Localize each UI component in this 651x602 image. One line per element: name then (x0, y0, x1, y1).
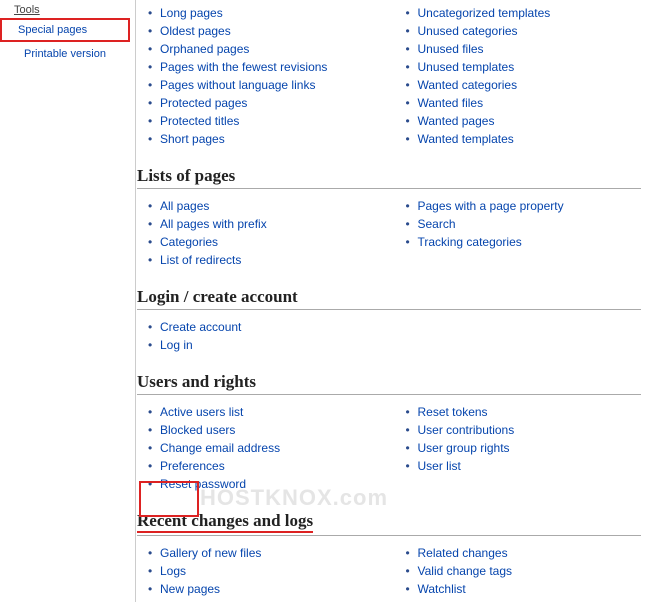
link-page-property[interactable]: Pages with a page property (418, 199, 564, 213)
heading-recent-changes: Recent changes and logs (137, 511, 641, 535)
link-protected-titles[interactable]: Protected titles (160, 114, 239, 128)
link-list-redirects[interactable]: List of redirects (160, 253, 241, 267)
link-user-group-rights[interactable]: User group rights (418, 441, 510, 455)
link-wanted-files[interactable]: Wanted files (418, 96, 484, 110)
maintenance-section: Long pages Oldest pages Orphaned pages P… (136, 0, 651, 152)
sidebar-tools-heading[interactable]: Tools (0, 2, 130, 18)
link-user-contributions[interactable]: User contributions (418, 423, 515, 437)
link-tracking-categories[interactable]: Tracking categories (418, 235, 522, 249)
sidebar: Tools Special pages Printable version (0, 0, 130, 66)
link-gallery-new-files[interactable]: Gallery of new files (160, 546, 261, 560)
users-rights-section: Active users list Blocked users Change e… (136, 399, 651, 497)
link-new-pages[interactable]: New pages (160, 582, 220, 596)
link-wanted-categories[interactable]: Wanted categories (418, 78, 518, 92)
heading-users-rights: Users and rights (137, 372, 641, 395)
link-blocked-users[interactable]: Blocked users (160, 423, 235, 437)
link-create-account[interactable]: Create account (160, 320, 241, 334)
lists-of-pages-section: All pages All pages with prefix Categori… (136, 193, 651, 273)
main-content: Long pages Oldest pages Orphaned pages P… (135, 0, 651, 602)
link-preferences[interactable]: Preferences (160, 459, 225, 473)
heading-login-create: Login / create account (137, 287, 641, 310)
link-protected-pages[interactable]: Protected pages (160, 96, 247, 110)
link-valid-change-tags[interactable]: Valid change tags (418, 564, 513, 578)
link-change-email[interactable]: Change email address (160, 441, 280, 455)
sidebar-printable-version[interactable]: Printable version (0, 42, 130, 66)
sidebar-special-pages[interactable]: Special pages (0, 18, 130, 42)
link-active-users[interactable]: Active users list (160, 405, 243, 419)
link-search[interactable]: Search (418, 217, 456, 231)
link-watchlist[interactable]: Watchlist (418, 582, 466, 596)
link-unused-templates[interactable]: Unused templates (418, 60, 515, 74)
link-categories[interactable]: Categories (160, 235, 218, 249)
link-wanted-templates[interactable]: Wanted templates (418, 132, 514, 146)
link-orphaned-pages[interactable]: Orphaned pages (160, 42, 249, 56)
link-no-language-links[interactable]: Pages without language links (160, 78, 315, 92)
link-unused-categories[interactable]: Unused categories (418, 24, 518, 38)
link-reset-tokens[interactable]: Reset tokens (418, 405, 488, 419)
link-logs[interactable]: Logs (160, 564, 186, 578)
link-fewest-revisions[interactable]: Pages with the fewest revisions (160, 60, 327, 74)
link-related-changes[interactable]: Related changes (418, 546, 508, 560)
link-long-pages[interactable]: Long pages (160, 6, 223, 20)
heading-lists-of-pages: Lists of pages (137, 166, 641, 189)
login-create-section: Create account Log in (136, 314, 651, 358)
link-all-pages-prefix[interactable]: All pages with prefix (160, 217, 267, 231)
recent-changes-section: Gallery of new files Logs New pages Rela… (136, 540, 651, 602)
link-user-list[interactable]: User list (418, 459, 461, 473)
link-all-pages[interactable]: All pages (160, 199, 209, 213)
link-wanted-pages[interactable]: Wanted pages (418, 114, 495, 128)
link-uncategorized-templates[interactable]: Uncategorized templates (418, 6, 551, 20)
link-oldest-pages[interactable]: Oldest pages (160, 24, 231, 38)
link-short-pages[interactable]: Short pages (160, 132, 225, 146)
link-reset-password[interactable]: Reset password (160, 477, 246, 491)
link-log-in[interactable]: Log in (160, 338, 193, 352)
link-unused-files[interactable]: Unused files (418, 42, 484, 56)
